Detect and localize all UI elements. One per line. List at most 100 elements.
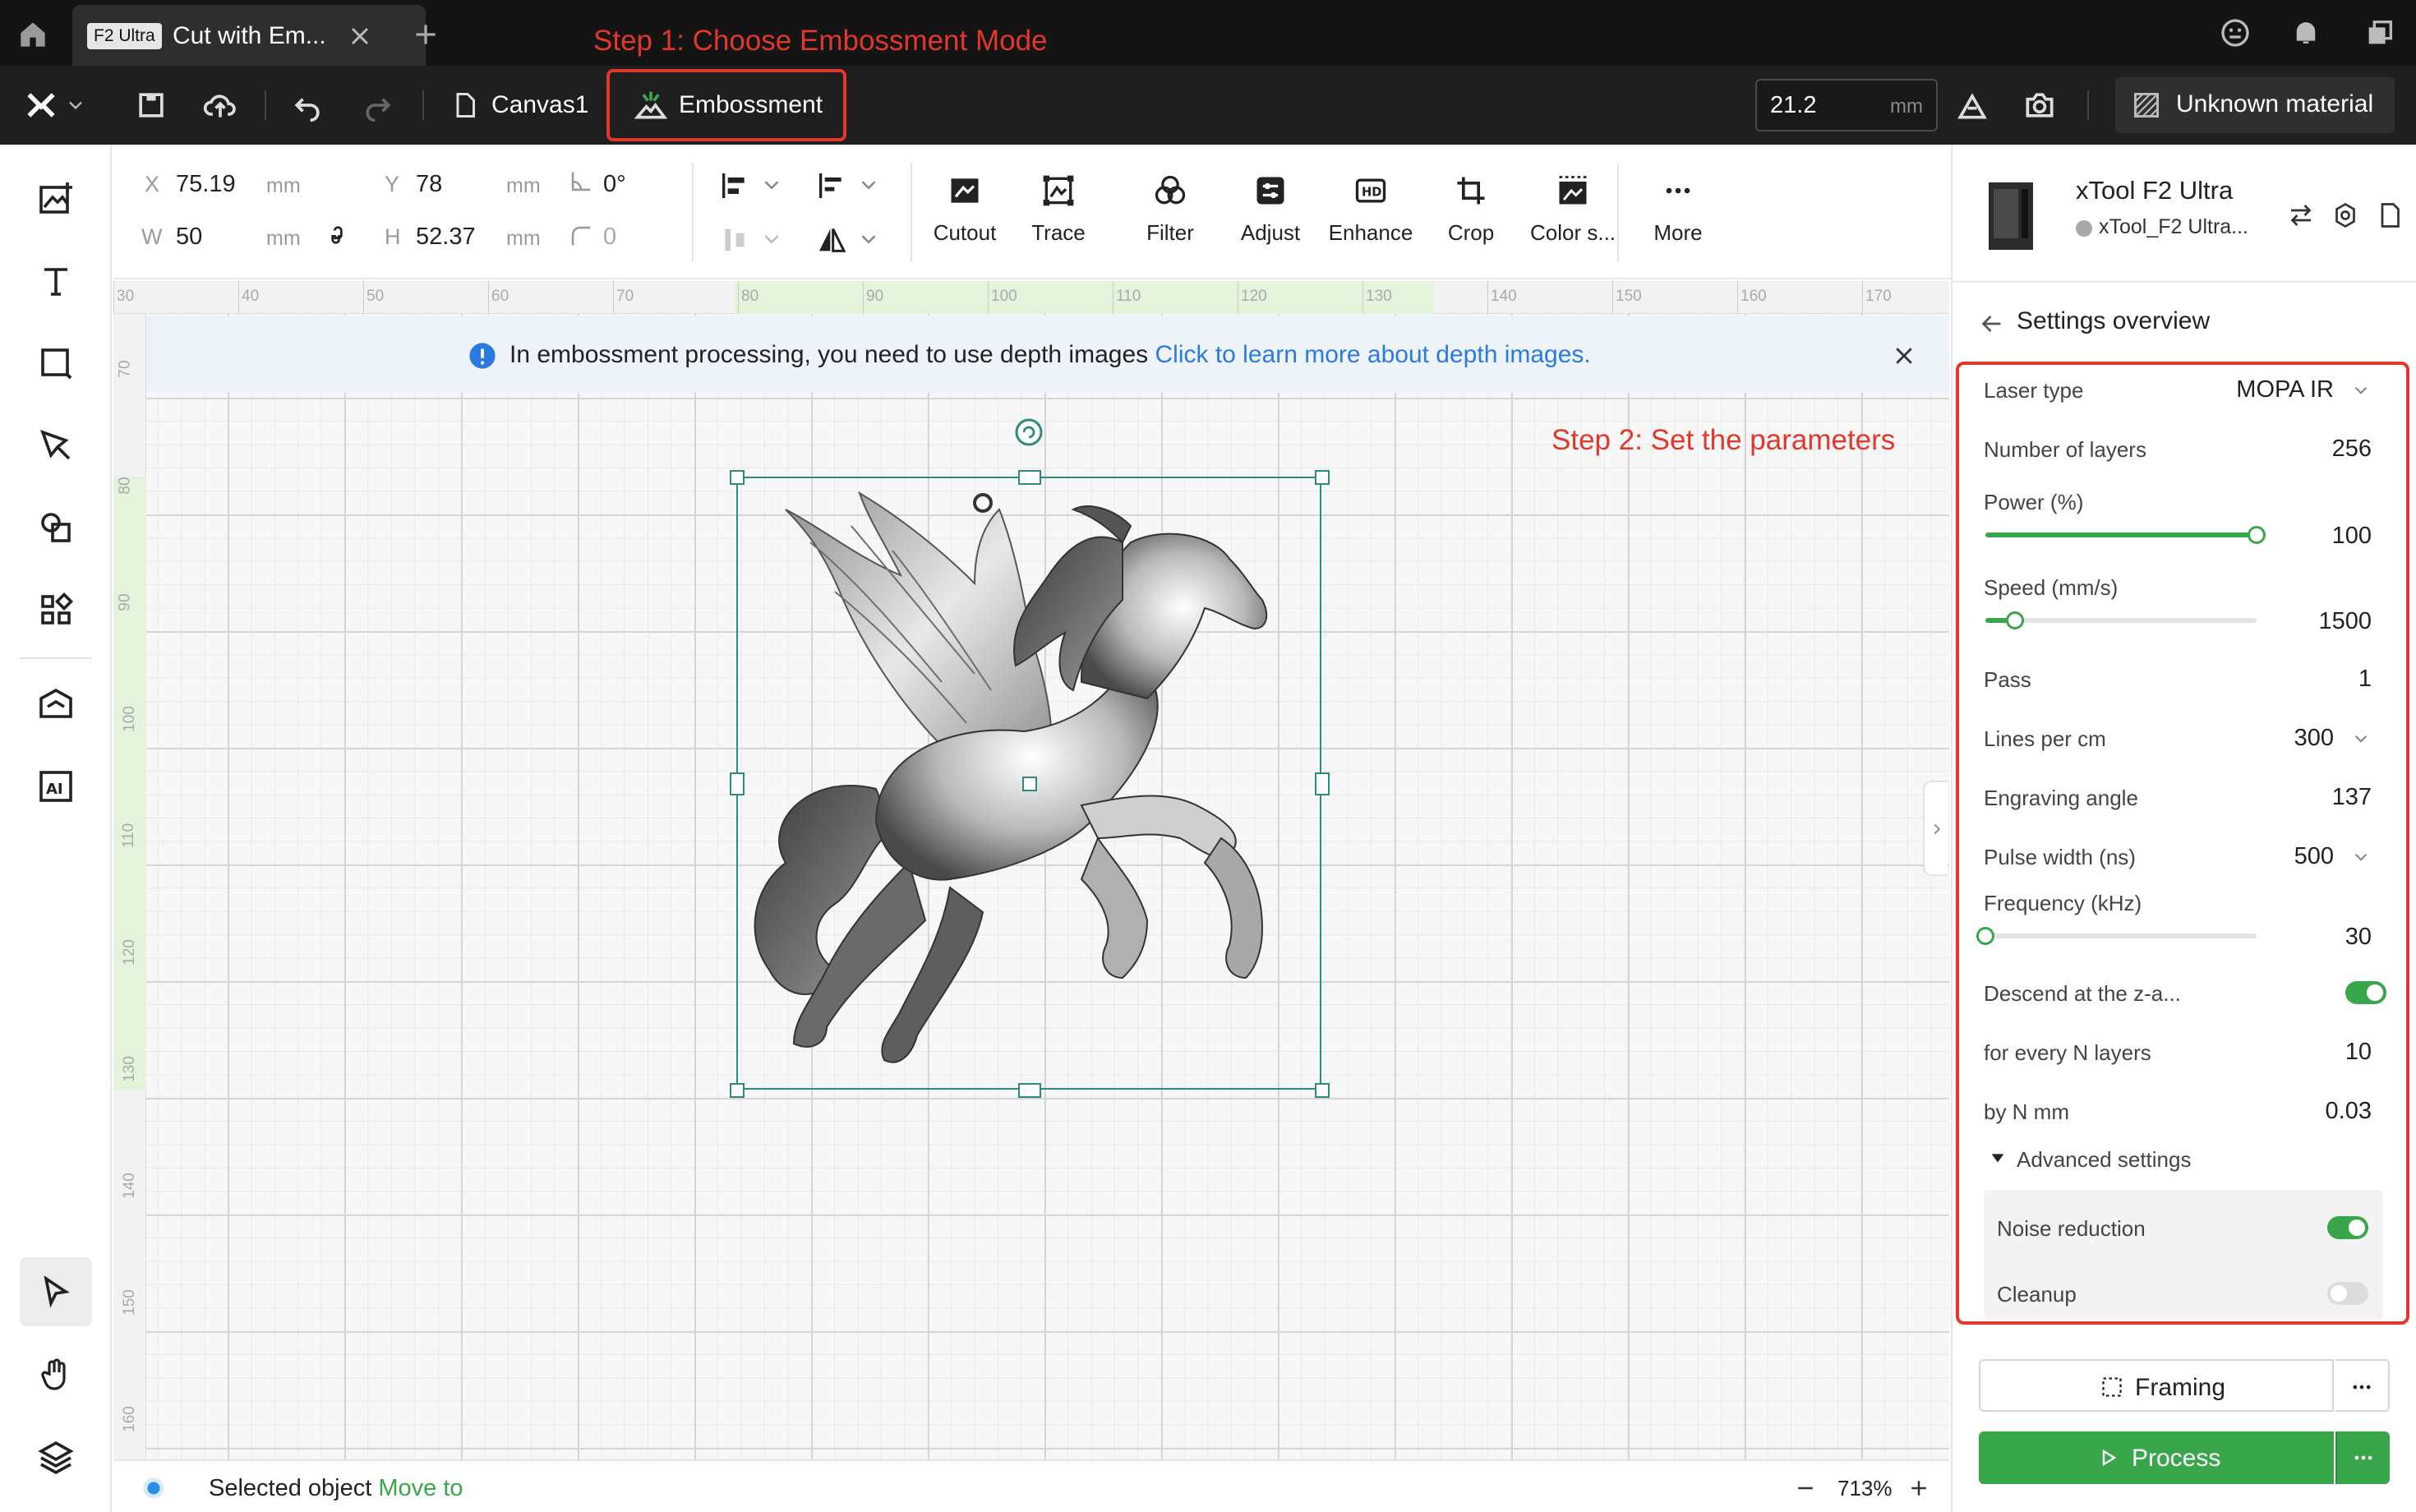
rotate-handle-icon[interactable]: [1014, 417, 1044, 447]
engraving-angle-input[interactable]: 137: [2332, 784, 2372, 811]
chevron-down-icon[interactable]: [2350, 380, 2372, 401]
crop-button[interactable]: Crop: [1422, 173, 1520, 263]
material-thickness-input[interactable]: 21.2 mm: [1755, 79, 1938, 131]
caret-down-icon[interactable]: [1989, 1149, 2007, 1167]
project-library-icon[interactable]: [36, 684, 76, 723]
pass-input[interactable]: 1: [2358, 666, 2372, 693]
every-n-layers-input[interactable]: 10: [2345, 1039, 2372, 1066]
close-icon[interactable]: [1892, 343, 1916, 368]
rotation-input[interactable]: 0°: [603, 171, 626, 197]
power-input[interactable]: 100: [2332, 523, 2372, 550]
ai-image-icon[interactable]: AI: [36, 766, 76, 805]
collapse-panel-tab[interactable]: [1923, 781, 1948, 876]
cloud-upload-icon[interactable]: [202, 87, 238, 123]
zoom-in-icon[interactable]: [1907, 1476, 1931, 1500]
select-cursor-icon[interactable]: [36, 1272, 76, 1311]
resize-handle[interactable]: [730, 1083, 745, 1098]
switch-device-icon[interactable]: [2286, 201, 2316, 230]
back-arrow-icon[interactable]: [1977, 309, 2007, 339]
feedback-icon[interactable]: [2219, 16, 2252, 49]
frequency-slider[interactable]: [1976, 927, 2257, 945]
resize-handle[interactable]: [1022, 777, 1037, 791]
resize-handle[interactable]: [1018, 1083, 1041, 1098]
resize-handle[interactable]: [1315, 1083, 1330, 1098]
trace-tool[interactable]: Trace: [1009, 173, 1108, 263]
frequency-slider-handle[interactable]: [1976, 927, 1994, 945]
hand-icon[interactable]: [36, 1354, 76, 1394]
pulse-width-select[interactable]: 500: [2294, 843, 2334, 870]
close-icon[interactable]: [345, 21, 375, 51]
adjust-button[interactable]: Adjust: [1221, 173, 1320, 263]
distribute-icon[interactable]: [718, 224, 751, 256]
lock-ratio-icon[interactable]: [324, 222, 350, 248]
resize-handle[interactable]: [1018, 470, 1041, 485]
chevron-down-icon[interactable]: [856, 173, 881, 197]
laser-type-select[interactable]: MOPA IR: [2236, 376, 2334, 403]
file-icon[interactable]: [450, 87, 480, 123]
framing-more-button[interactable]: [2335, 1359, 2390, 1412]
speed-input[interactable]: 1500: [2318, 608, 2372, 635]
apps-icon[interactable]: [36, 590, 76, 629]
x-input[interactable]: 75.19: [176, 171, 236, 197]
canvas-name[interactable]: Canvas1: [491, 90, 588, 120]
elements-icon[interactable]: [36, 508, 76, 547]
undo-icon[interactable]: [289, 87, 325, 123]
save-icon[interactable]: [133, 87, 169, 123]
layers-icon[interactable]: [36, 1436, 76, 1476]
more-tools-button[interactable]: More: [1629, 173, 1727, 263]
chevron-down-icon[interactable]: [64, 87, 87, 123]
lines-per-cm-select[interactable]: 300: [2294, 725, 2334, 752]
frequency-input[interactable]: 30: [2345, 924, 2372, 951]
document-tab[interactable]: F2 Ultra Cut with Em...: [72, 5, 426, 66]
learn-depth-images-link[interactable]: Click to learn more about depth images.: [1155, 341, 1590, 368]
descend-toggle[interactable]: [2345, 981, 2386, 1004]
by-n-mm-input[interactable]: 0.03: [2326, 1098, 2372, 1125]
speed-slider[interactable]: [1985, 611, 2257, 629]
text-icon[interactable]: [36, 261, 76, 301]
windows-icon[interactable]: [2363, 16, 2396, 49]
zoom-level[interactable]: 713%: [1837, 1476, 1893, 1501]
xtool-logo-icon[interactable]: [23, 87, 59, 123]
device-settings-icon[interactable]: [2331, 201, 2360, 230]
layers-input[interactable]: 256: [2332, 436, 2372, 463]
cleanup-toggle[interactable]: [2327, 1282, 2368, 1305]
chevron-down-icon[interactable]: [856, 227, 881, 251]
document-icon[interactable]: [2375, 201, 2404, 230]
embossment-mode-button[interactable]: Embossment: [606, 69, 846, 141]
align-left-icon[interactable]: [815, 169, 848, 202]
w-input[interactable]: 50: [176, 224, 202, 250]
bell-icon[interactable]: [2289, 16, 2322, 49]
shape-icon[interactable]: [36, 343, 76, 383]
move-to-link[interactable]: Move to: [378, 1475, 463, 1501]
chevron-down-icon[interactable]: [759, 173, 784, 197]
framing-button[interactable]: Framing: [1979, 1359, 2334, 1412]
chevron-down-icon[interactable]: [2350, 728, 2372, 749]
align-icon[interactable]: [718, 169, 751, 202]
material-selector[interactable]: Unknown material: [2115, 77, 2395, 133]
chevron-down-icon[interactable]: [759, 227, 784, 251]
filter-button[interactable]: Filter: [1121, 173, 1220, 263]
color-separation-button[interactable]: Color s...: [1524, 173, 1622, 263]
y-input[interactable]: 78: [416, 171, 442, 197]
h-input[interactable]: 52.37: [416, 224, 476, 250]
camera-icon[interactable]: [2022, 87, 2058, 123]
power-slider-handle[interactable]: [2248, 526, 2266, 544]
flip-icon[interactable]: [815, 224, 848, 256]
process-button[interactable]: Process: [1979, 1431, 2334, 1484]
resize-handle[interactable]: [730, 772, 745, 795]
auto-measure-icon[interactable]: [1954, 87, 1990, 123]
zoom-out-icon[interactable]: [1793, 1476, 1818, 1500]
corner-input[interactable]: 0: [603, 224, 616, 250]
cutout-button[interactable]: Cutout: [915, 173, 1014, 263]
enhance-button[interactable]: HD Enhance: [1321, 173, 1420, 263]
add-image-icon[interactable]: [36, 179, 76, 219]
process-more-button[interactable]: [2335, 1431, 2390, 1484]
chevron-down-icon[interactable]: [2350, 846, 2372, 868]
device-connection[interactable]: xTool_F2 Ultra...: [2099, 215, 2248, 239]
resize-handle[interactable]: [1315, 772, 1330, 795]
pen-icon[interactable]: [36, 426, 76, 465]
resize-handle[interactable]: [1315, 470, 1330, 485]
power-slider[interactable]: [1985, 526, 2266, 544]
new-tab-icon[interactable]: [409, 18, 442, 51]
home-icon[interactable]: [15, 16, 51, 53]
